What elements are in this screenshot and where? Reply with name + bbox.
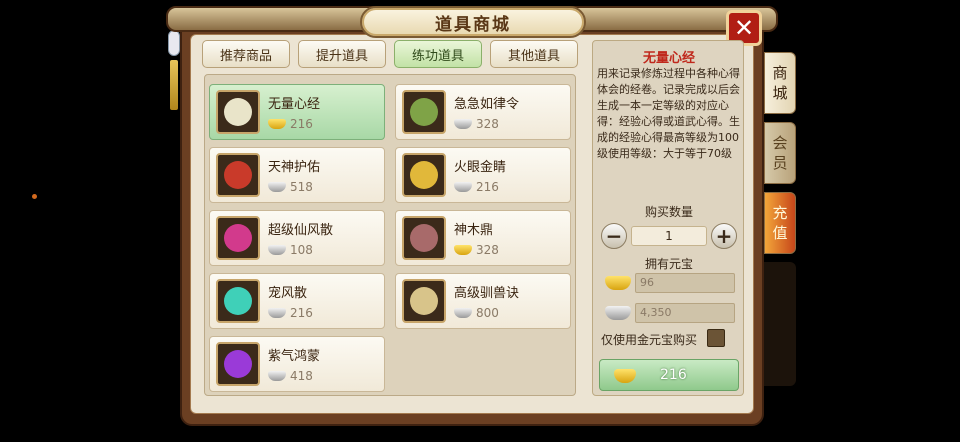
item-price: 216 <box>290 306 313 320</box>
scroll-icon <box>402 279 446 323</box>
silver-owned-value: 4,350 <box>635 303 735 323</box>
item-price: 328 <box>476 117 499 131</box>
item-card[interactable]: 高级驯兽诀 800 <box>395 273 571 329</box>
buy-price: 216 <box>660 367 687 383</box>
ingot-icon <box>454 308 472 318</box>
side-tab-label: 值 <box>772 224 788 242</box>
side-tab-placeholder <box>764 262 796 386</box>
tab-upgrade[interactable]: 提升道具 <box>298 40 386 68</box>
ingot-icon <box>268 182 286 192</box>
item-price: 216 <box>290 117 313 131</box>
item-price: 328 <box>476 243 499 257</box>
side-tab-recharge[interactable]: 充 值 <box>764 192 796 254</box>
silver-owned-row: 4,350 <box>605 303 735 323</box>
item-name: 高级驯兽诀 <box>454 286 520 301</box>
cyan-gems-icon <box>216 279 260 323</box>
silver-ingot-icon <box>605 306 631 320</box>
gold-owned-value: 96 <box>635 273 735 293</box>
item-name: 紫气鸿蒙 <box>268 349 321 364</box>
detail-title: 无量心经 <box>642 51 695 66</box>
buy-button[interactable]: 216 <box>599 359 739 391</box>
tab-recommended[interactable]: 推荐商品 <box>202 40 290 68</box>
item-card[interactable]: 急急如律令 328 <box>395 84 571 140</box>
close-icon: ✕ <box>733 14 755 42</box>
ingot-icon <box>454 182 472 192</box>
detail-description: 用来记录修炼过程中各种心得体会的经卷。记录完成以后会生成一本一定等级的对应心得：… <box>597 67 740 160</box>
item-name: 神木鼎 <box>454 223 494 238</box>
item-price: 800 <box>476 306 499 320</box>
quantity-stepper: − 1 + <box>601 223 737 249</box>
decor-dot <box>32 194 37 199</box>
gold-ingot-icon <box>614 369 636 383</box>
side-tab-label: 充 <box>772 204 788 222</box>
gold-owned-row: 96 <box>605 273 735 293</box>
decrease-button[interactable]: − <box>601 223 627 249</box>
item-name: 火眼金睛 <box>454 160 507 175</box>
side-tab-label: 会 <box>772 134 788 152</box>
item-card[interactable]: 神木鼎 328 <box>395 210 571 266</box>
item-card[interactable]: 天神护佑 518 <box>209 147 385 203</box>
item-name: 无量心经 <box>268 97 321 112</box>
item-name: 宠风散 <box>268 286 308 301</box>
gold-ingot-icon <box>605 276 631 290</box>
ingot-icon <box>454 119 472 129</box>
increase-button[interactable]: + <box>711 223 737 249</box>
ingot-icon <box>268 308 286 318</box>
tab-other[interactable]: 其他道具 <box>490 40 578 68</box>
item-name: 急急如律令 <box>454 97 520 112</box>
scroll-book-icon <box>216 90 260 134</box>
ingot-icon <box>268 119 286 129</box>
item-price: 108 <box>290 243 313 257</box>
item-card[interactable]: 火眼金睛 216 <box>395 147 571 203</box>
item-card[interactable]: 超级仙风散 108 <box>209 210 385 266</box>
item-grid: 无量心经 216 急急如律令 328 天神护佑 518 火眼金睛 216 超级仙… <box>204 74 576 396</box>
item-card[interactable]: 无量心经 216 <box>209 84 385 140</box>
side-tab-shop[interactable]: 商 城 <box>764 52 796 114</box>
window-title: 道具商城 <box>435 14 511 35</box>
quantity-label: 购买数量 <box>644 205 693 219</box>
pink-gems-icon <box>216 216 260 260</box>
gold-only-label: 仅使用金元宝购买 <box>601 333 698 347</box>
window-title-plate: 道具商城 <box>360 6 586 38</box>
owned-currency-label: 拥有元宝 <box>644 257 693 271</box>
item-card[interactable]: 宠风散 216 <box>209 273 385 329</box>
item-price: 418 <box>290 369 313 383</box>
side-tab-label: 商 <box>772 64 788 82</box>
item-detail-panel: 无量心经 用来记录修炼过程中各种心得体会的经卷。记录完成以后会生成一本一定等级的… <box>592 40 744 396</box>
item-name: 超级仙风散 <box>268 223 334 238</box>
ingot-icon <box>268 371 286 381</box>
quantity-field[interactable]: 1 <box>631 226 707 246</box>
item-name: 天神护佑 <box>268 160 321 175</box>
ingot-icon <box>268 245 286 255</box>
tab-training[interactable]: 练功道具 <box>394 40 482 68</box>
talisman-icon <box>402 90 446 134</box>
item-card[interactable]: 紫气鸿蒙 418 <box>209 336 385 392</box>
cauldron-icon <box>402 216 446 260</box>
side-tab-member[interactable]: 会 员 <box>764 122 796 184</box>
ingot-icon <box>454 245 472 255</box>
amulet-icon <box>216 153 260 197</box>
item-price: 216 <box>476 180 499 194</box>
golden-eye-icon <box>402 153 446 197</box>
purple-aura-icon <box>216 342 260 386</box>
side-tab-label: 城 <box>772 84 788 102</box>
category-tabs: 推荐商品 提升道具 练功道具 其他道具 <box>202 40 578 68</box>
minus-icon: − <box>605 224 623 248</box>
side-tab-label: 员 <box>772 154 788 172</box>
gold-only-checkbox[interactable] <box>707 329 725 347</box>
plus-icon: + <box>715 224 733 248</box>
item-price: 518 <box>290 180 313 194</box>
